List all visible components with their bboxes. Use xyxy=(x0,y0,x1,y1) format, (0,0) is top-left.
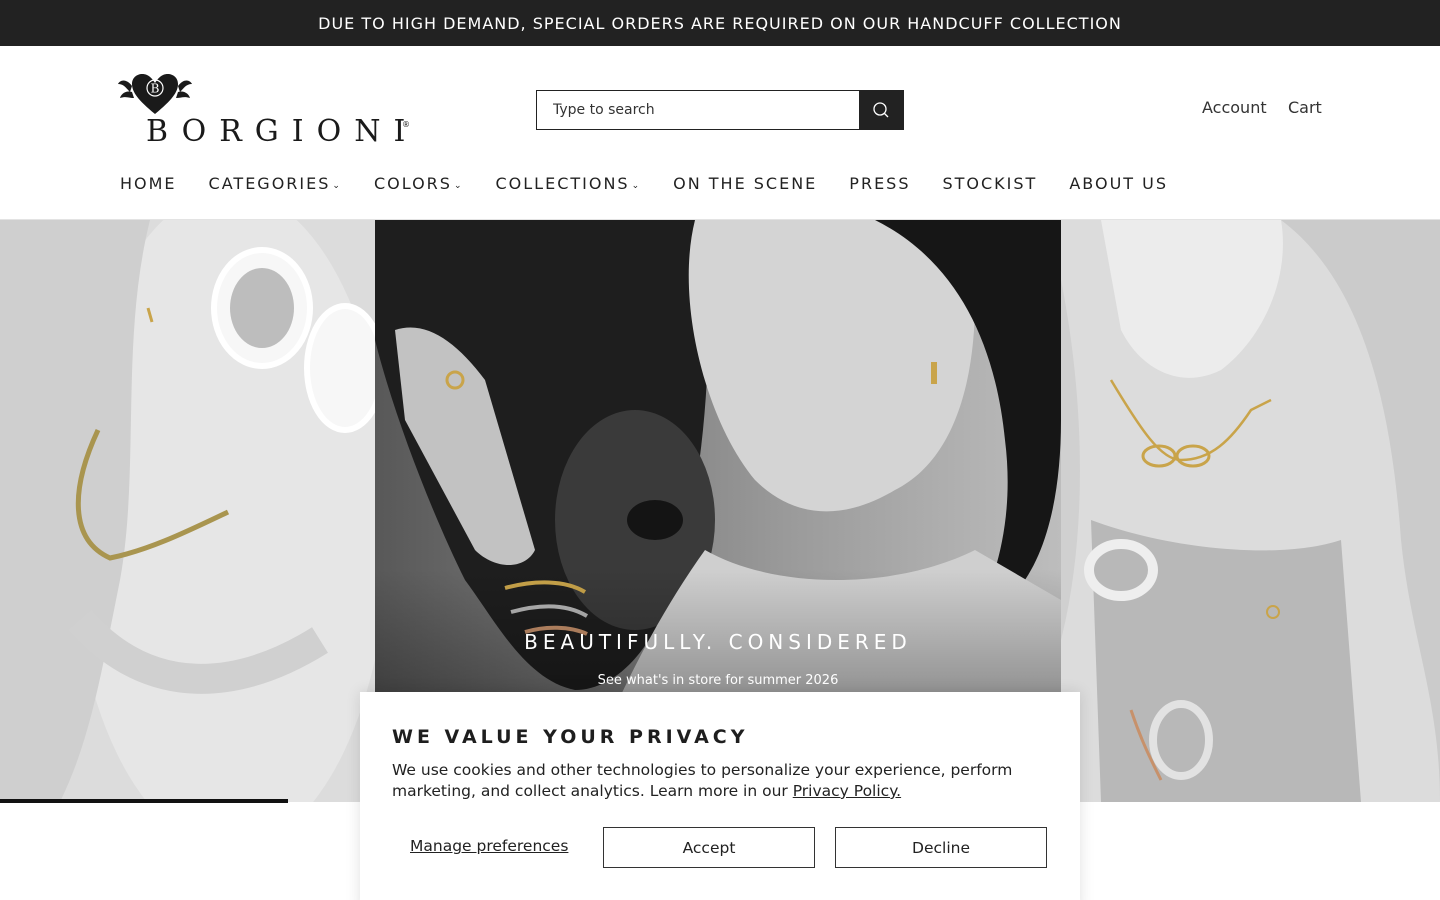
cookie-body: We use cookies and other technologies to… xyxy=(392,761,1013,800)
chevron-down-icon: ⌄ xyxy=(332,180,342,191)
brand-wordmark: BORGIONI xyxy=(146,114,419,149)
nav-item-about-us[interactable]: ABOUT US xyxy=(1069,174,1168,193)
nav-item-colors[interactable]: COLORS ⌄ xyxy=(374,174,464,193)
hero-slide-left-image xyxy=(0,220,375,802)
privacy-policy-link[interactable]: Privacy Policy. xyxy=(793,782,901,800)
nav-item-label: ABOUT US xyxy=(1069,174,1168,193)
announcement-text: DUE TO HIGH DEMAND, SPECIAL ORDERS ARE R… xyxy=(318,13,1122,33)
hero-slide-right-image xyxy=(1061,220,1440,802)
nav-item-categories[interactable]: CATEGORIES ⌄ xyxy=(209,174,342,193)
cookie-text: We use cookies and other technologies to… xyxy=(392,760,1052,802)
chevron-down-icon: ⌄ xyxy=(453,180,464,191)
hero-subtitle: See what's in store for summer 2026 xyxy=(597,673,839,688)
cart-link[interactable]: Cart xyxy=(1288,98,1322,117)
nav-item-label: CATEGORIES xyxy=(208,174,331,193)
decline-button[interactable]: Decline xyxy=(835,827,1047,868)
nav-item-collections[interactable]: COLLECTIONS ⌄ xyxy=(495,174,641,193)
accept-button[interactable]: Accept xyxy=(603,827,815,868)
hero-title: BEAUTIFULLY. CONSIDERED xyxy=(524,630,912,654)
nav-item-label: PRESS xyxy=(849,174,911,193)
search-icon xyxy=(873,102,889,118)
registered-mark: ® xyxy=(402,120,410,129)
search-bar xyxy=(536,90,904,130)
nav-item-label: ON THE SCENE xyxy=(673,174,818,193)
cookie-consent-banner: WE VALUE YOUR PRIVACY We use cookies and… xyxy=(360,692,1080,900)
search-button[interactable] xyxy=(859,91,903,129)
brand-logo[interactable]: B BORGIONI ® xyxy=(118,70,418,154)
nav-item-on-the-scene[interactable]: ON THE SCENE xyxy=(673,174,817,193)
account-link[interactable]: Account xyxy=(1202,98,1267,117)
heart-wings-logo-icon: B xyxy=(118,74,192,114)
manage-preferences-link[interactable]: Manage preferences xyxy=(410,837,568,855)
nav-item-label: STOCKIST xyxy=(942,174,1038,193)
nav-item-stockist[interactable]: STOCKIST xyxy=(942,174,1037,193)
svg-text:B: B xyxy=(151,82,160,96)
nav-item-label: COLORS xyxy=(373,174,452,193)
chevron-down-icon: ⌄ xyxy=(631,180,642,191)
slideshow-progress-bar xyxy=(0,799,288,803)
main-navigation: HOME CATEGORIES ⌄ COLORS ⌄ COLLECTIONS ⌄ ON THE… xyxy=(120,174,1200,193)
nav-item-label: HOME xyxy=(120,174,177,193)
nav-item-home[interactable]: HOME xyxy=(120,174,177,193)
cookie-title: WE VALUE YOUR PRIVACY xyxy=(392,726,749,748)
nav-item-press[interactable]: PRESS xyxy=(849,174,910,193)
announcement-bar: DUE TO HIGH DEMAND, SPECIAL ORDERS ARE R… xyxy=(0,0,1440,46)
nav-item-label: COLLECTIONS xyxy=(495,174,630,193)
search-input[interactable] xyxy=(537,91,859,129)
